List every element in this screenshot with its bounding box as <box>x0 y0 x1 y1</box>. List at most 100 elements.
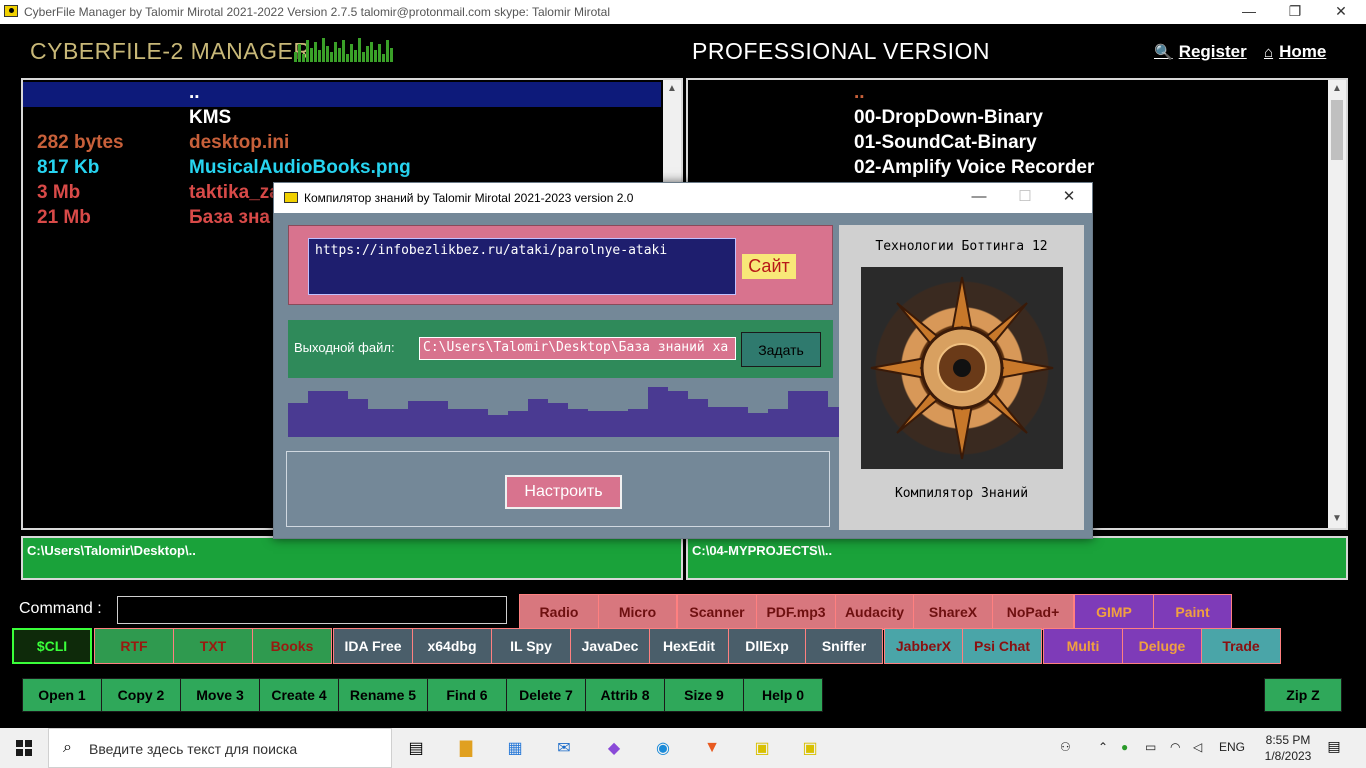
waveform-bar <box>588 411 608 437</box>
books-button[interactable]: Books <box>252 628 332 664</box>
waveform-bar <box>788 391 808 437</box>
javadec-button[interactable]: JavaDec <box>570 628 650 664</box>
file-row[interactable]: .. <box>23 82 661 107</box>
file-size: 282 bytes <box>37 132 124 153</box>
compiler-taskbar-icon[interactable]: ▣ <box>798 736 822 760</box>
nopad-button[interactable]: NoPad+ <box>992 594 1074 630</box>
setup-button[interactable]: Настроить <box>505 475 622 509</box>
store-icon[interactable]: ▦ <box>503 736 527 760</box>
rename-button[interactable]: Rename 5 <box>338 678 428 712</box>
copy-button[interactable]: Copy 2 <box>101 678 181 712</box>
psi-chat-button[interactable]: Psi Chat <box>962 628 1042 664</box>
rtf-button[interactable]: RTF <box>94 628 174 664</box>
il-spy-button[interactable]: IL Spy <box>491 628 571 664</box>
scroll-down-icon[interactable]: ▼ <box>1328 510 1346 528</box>
command-input[interactable] <box>117 596 507 624</box>
equalizer-bar <box>342 40 345 62</box>
taskbar-clock[interactable]: 8:55 PM 1/8/2023 <box>1258 732 1318 764</box>
gimp-button[interactable]: GIMP <box>1074 594 1154 630</box>
register-link[interactable]: 🔍 Register <box>1154 42 1247 62</box>
deluge-button[interactable]: Deluge <box>1122 628 1202 664</box>
delete-button[interactable]: Delete 7 <box>506 678 586 712</box>
trade-button[interactable]: Trade <box>1201 628 1281 664</box>
mail-icon[interactable]: ✉ <box>552 736 576 760</box>
dialog-title: Компилятор знаний by Talomir Mirotal 202… <box>304 191 634 205</box>
close-button[interactable]: ✕ <box>1318 0 1364 24</box>
people-icon[interactable]: ⚇ <box>1060 740 1071 754</box>
file-row[interactable]: KMS <box>23 107 661 132</box>
site-button[interactable]: Сайт <box>742 254 796 279</box>
waveform-bar <box>708 407 728 437</box>
radio-button[interactable]: Radio <box>519 594 599 630</box>
jabberx-button[interactable]: JabberX <box>884 628 963 664</box>
browser-icon[interactable]: ◉ <box>651 736 675 760</box>
open-button[interactable]: Open 1 <box>22 678 102 712</box>
equalizer-bar <box>354 50 357 62</box>
minimize-button[interactable]: — <box>1226 0 1272 24</box>
maximize-button[interactable]: ❐ <box>1272 0 1318 24</box>
show-hidden-icons-icon[interactable]: ⌃ <box>1098 740 1108 754</box>
battery-icon[interactable]: ▭ <box>1145 740 1156 754</box>
maximize-button[interactable]: ☐ <box>1002 183 1048 213</box>
app-header: CYBERFILE-2 MANAGER PROFESSIONAL VERSION… <box>12 26 1354 74</box>
brave-icon[interactable]: ▼ <box>700 736 724 760</box>
notifications-icon[interactable]: ▤ <box>1322 738 1346 758</box>
scroll-thumb[interactable] <box>1331 100 1343 160</box>
waveform-bar <box>288 403 308 437</box>
pdf-mp3-button[interactable]: PDF.mp3 <box>756 594 836 630</box>
dllexp-button[interactable]: DllExp <box>728 628 806 664</box>
close-button[interactable]: ✕ <box>1046 183 1092 213</box>
micro-button[interactable]: Micro <box>598 594 677 630</box>
multi-button[interactable]: Multi <box>1043 628 1123 664</box>
file-row[interactable]: 01-SoundCat-Binary <box>688 132 1326 157</box>
network-icon[interactable]: ◠ <box>1170 740 1180 754</box>
scanner-button[interactable]: Scanner <box>677 594 757 630</box>
find-button[interactable]: Find 6 <box>427 678 507 712</box>
sharex-button[interactable]: ShareX <box>913 594 993 630</box>
scroll-up-icon[interactable]: ▲ <box>663 80 681 98</box>
create-button[interactable]: Create 4 <box>259 678 339 712</box>
attrib-button[interactable]: Attrib 8 <box>585 678 665 712</box>
zip-button[interactable]: Zip Z <box>1264 678 1342 712</box>
file-explorer-icon[interactable]: ▇ <box>454 736 478 760</box>
cyberfile-taskbar-icon[interactable]: ▣ <box>750 736 774 760</box>
equalizer-bar <box>298 44 301 62</box>
size-button[interactable]: Size 9 <box>664 678 744 712</box>
file-row[interactable]: 02-Amplify Voice Recorder <box>688 157 1326 182</box>
file-row[interactable]: .. <box>688 82 1326 107</box>
language-indicator[interactable]: ENG <box>1219 740 1245 754</box>
paint-button[interactable]: Paint <box>1153 594 1232 630</box>
cli-button[interactable]: $CLI <box>12 628 92 664</box>
minimize-button[interactable]: — <box>956 183 1002 213</box>
right-panel-scrollbar[interactable]: ▲ ▼ <box>1328 80 1346 528</box>
home-link[interactable]: ⌂ Home <box>1264 42 1326 62</box>
task-view-icon[interactable]: ▤ <box>404 736 428 760</box>
set-button[interactable]: Задать <box>741 332 821 367</box>
side-card-title: Технологии Боттинга 12 <box>875 239 1048 254</box>
scroll-up-icon[interactable]: ▲ <box>1328 80 1346 98</box>
search-icon: ⌕ <box>63 739 72 756</box>
file-row[interactable]: 282 bytes desktop.ini <box>23 132 661 157</box>
hexedit-button[interactable]: HexEdit <box>649 628 729 664</box>
volume-icon[interactable]: ◁ <box>1193 740 1202 754</box>
visual-studio-icon[interactable]: ◆ <box>602 736 626 760</box>
url-input[interactable]: https://infobezlikbez.ru/ataki/parolnye-… <box>308 238 736 295</box>
audacity-button[interactable]: Audacity <box>835 594 914 630</box>
file-row[interactable]: 00-DropDown-Binary <box>688 107 1326 132</box>
waveform-bar <box>408 401 428 437</box>
equalizer-bar <box>370 42 373 62</box>
ida-free-button[interactable]: IDA Free <box>333 628 413 664</box>
window-titlebar: CyberFile Manager by Talomir Mirotal 202… <box>0 0 1366 24</box>
txt-button[interactable]: TXT <box>173 628 253 664</box>
security-icon[interactable]: ● <box>1121 740 1128 754</box>
file-row[interactable]: 817 Kb MusicalAudioBooks.png <box>23 157 661 182</box>
move-button[interactable]: Move 3 <box>180 678 260 712</box>
taskbar-search[interactable]: ⌕ Введите здесь текст для поиска <box>48 728 392 768</box>
output-file-input[interactable]: C:\Users\Talomir\Desktop\База знаний ха <box>419 337 736 360</box>
sniffer-button[interactable]: Sniffer <box>805 628 883 664</box>
help-button[interactable]: Help 0 <box>743 678 823 712</box>
x64dbg-button[interactable]: x64dbg <box>412 628 492 664</box>
start-button[interactable] <box>0 728 48 768</box>
file-name: taktika_za <box>189 182 280 203</box>
sun-artwork-image <box>861 267 1063 469</box>
